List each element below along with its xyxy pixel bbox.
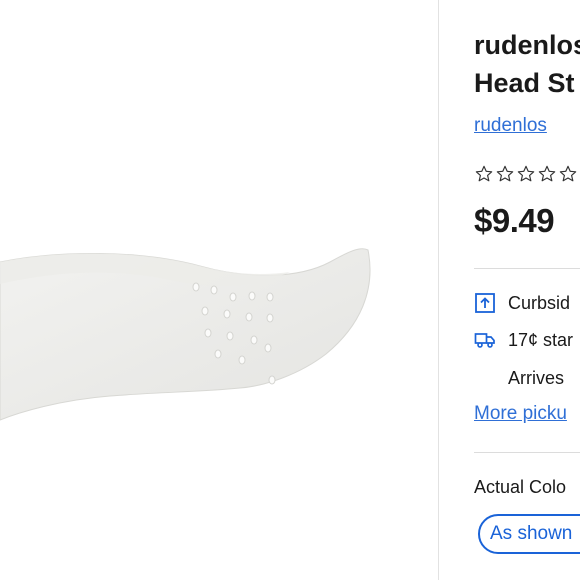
star-outline-icon [559, 165, 577, 182]
curbside-text: Curbsid [508, 292, 571, 313]
rating-stars[interactable] [474, 164, 578, 184]
product-image-pane[interactable] [0, 0, 438, 580]
section-divider [474, 452, 580, 453]
brand-link[interactable]: rudenlos [474, 115, 547, 137]
product-price: $9.49 [474, 202, 555, 239]
product-image [0, 248, 371, 421]
product-info-panel: rudenlos Head St rudenlos $9.49 Curbsid … [474, 0, 580, 580]
delivery-truck-icon [474, 333, 495, 348]
section-divider [474, 268, 580, 269]
color-option-chip[interactable]: As shown [478, 514, 580, 554]
shipping-text: 17¢ star [508, 329, 574, 350]
title-line-1: rudenlos [474, 30, 580, 60]
star-outline-icon [475, 165, 493, 182]
star-outline-icon [538, 165, 556, 182]
arrives-text: Arrives [508, 368, 565, 388]
pane-divider [438, 0, 439, 580]
shipping-row: 17¢ star [474, 329, 573, 351]
star-outline-icon [517, 165, 535, 182]
curbside-pickup-icon [475, 293, 495, 313]
star-outline-icon [496, 165, 514, 182]
curbside-row: Curbsid [474, 292, 570, 314]
title-line-2: Head St [474, 68, 575, 98]
product-title: rudenlos Head St [474, 26, 580, 102]
more-pickup-link[interactable]: More picku [474, 403, 567, 425]
color-label: Actual Colo [474, 477, 567, 497]
